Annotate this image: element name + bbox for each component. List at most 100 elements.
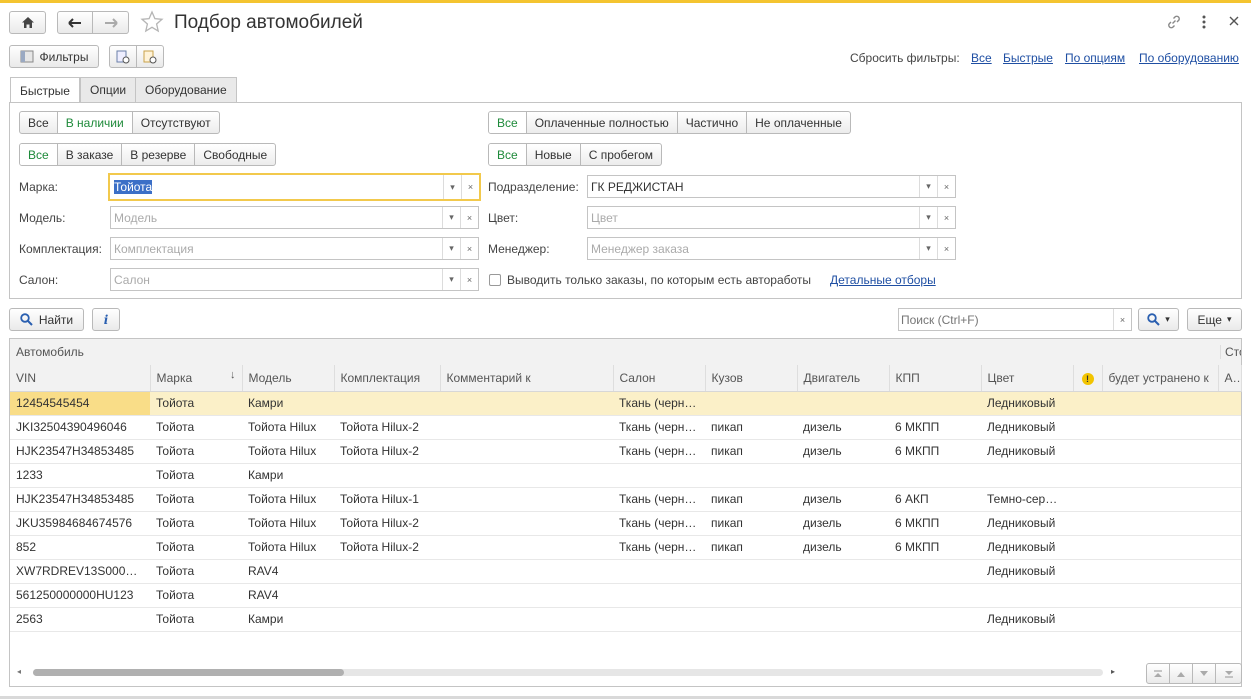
payment-unpaid-button[interactable]: Не оплаченные [747,112,850,133]
clear-icon[interactable]: × [460,238,478,259]
chevron-down-icon[interactable]: ▾ [919,207,937,228]
detail-filters-link[interactable]: Детальные отборы [830,273,936,287]
tab-options[interactable]: Опции [80,77,137,102]
table-row[interactable]: HJK23547H34853485 Тойота Тойота Hilux Тойот… [10,439,1241,464]
scroll-up-button[interactable] [1169,663,1193,684]
payment-full-button[interactable]: Оплаченные полностью [527,112,678,133]
stock-available-button[interactable]: В наличии [57,112,133,133]
more-button[interactable]: Еще ▾ [1187,308,1242,331]
color-field[interactable]: Цвет ▾ × [587,206,956,229]
trim-field[interactable]: Комплектация ▾ × [110,237,479,260]
col-trim[interactable]: Комплектация [334,365,441,392]
table-row[interactable]: JKU35984684674576 Тойота Тойота Hilux Тойот… [10,511,1241,536]
forward-button[interactable] [92,11,129,34]
horizontal-scrollbar-track[interactable] [33,669,1103,676]
cell-auto [1218,463,1241,488]
col-body[interactable]: Кузов [705,365,798,392]
col-brand[interactable]: Марка ↓ [150,365,243,392]
mileage-used-button[interactable]: С пробегом [581,144,661,165]
clear-icon[interactable]: × [460,207,478,228]
col-gearbox[interactable]: КПП [889,365,982,392]
close-icon[interactable] [1228,15,1240,30]
cell-vin: XW7RDREV13S000… [10,559,150,584]
cell-fix-by [1102,535,1218,560]
brand-field[interactable]: Тойота ▾ × [108,173,481,201]
clear-search-icon[interactable]: × [1113,309,1131,330]
stock-all-button[interactable]: Все [20,112,58,133]
search-field[interactable]: × [898,308,1132,331]
salon-field[interactable]: Салон ▾ × [110,268,479,291]
col-warning[interactable]: ! [1073,365,1103,392]
clear-icon[interactable]: × [937,238,955,259]
tab-equipment[interactable]: Оборудование [135,77,237,102]
home-button[interactable] [9,11,46,34]
table-row[interactable]: HJK23547H34853485 Тойота Тойота Hilux Тойот… [10,487,1241,512]
cell-engine [797,463,889,488]
find-button[interactable]: Найти [9,308,84,331]
reset-options-link[interactable]: По опциям [1065,51,1125,65]
table-row[interactable]: 1233 Тойота Камри [10,463,1241,488]
scroll-bottom-button[interactable] [1215,663,1242,684]
stock-absent-button[interactable]: Отсутствуют [133,112,219,133]
col-vin[interactable]: VIN [10,365,151,392]
chevron-down-icon[interactable]: ▾ [442,207,460,228]
table-row[interactable]: 2563 Тойота Камри Ледниковый [10,607,1241,632]
order-all-button[interactable]: Все [20,144,58,165]
payment-partial-button[interactable]: Частично [678,112,748,133]
mileage-all-button[interactable]: Все [489,144,527,165]
clear-icon[interactable]: × [460,269,478,290]
col-salon[interactable]: Салон [613,365,706,392]
clear-icon[interactable]: × [937,176,955,197]
order-reserved-button[interactable]: В резерве [122,144,196,165]
chevron-down-icon[interactable]: ▾ [442,269,460,290]
clear-icon[interactable]: × [461,175,479,199]
chevron-down-icon[interactable]: ▾ [443,175,461,199]
reset-equipment-link[interactable]: По оборудованию [1139,51,1239,65]
settings-button-1[interactable] [109,45,137,68]
table-row[interactable]: XW7RDREV13S000… Тойота RAV4 Ледниковый [10,559,1241,584]
cell-color: Ледниковый [981,439,1073,464]
col-auto[interactable]: Авт [1218,365,1242,392]
mileage-new-button[interactable]: Новые [527,144,581,165]
reset-quick-link[interactable]: Быстрые [1003,51,1053,65]
autowork-checkbox[interactable] [489,274,501,286]
reset-all-link[interactable]: Все [971,51,992,65]
scroll-right-arrow[interactable]: ▸ [1111,667,1115,676]
info-button[interactable]: i [92,308,120,331]
horizontal-scrollbar-thumb[interactable] [33,669,344,676]
table-row[interactable]: 852 Тойота Тойота Hilux Тойота Hilux-2 Ткань… [10,535,1241,560]
col-color[interactable]: Цвет [981,365,1074,392]
link-icon[interactable] [1166,14,1182,33]
favorite-star-icon[interactable] [140,10,164,37]
clear-icon[interactable]: × [937,207,955,228]
back-button[interactable] [57,11,93,34]
division-field[interactable]: ГК РЕДЖИСТАН ▾ × [587,175,956,198]
col-model[interactable]: Модель [242,365,335,392]
model-field[interactable]: Модель ▾ × [110,206,479,229]
table-row[interactable]: JKI32504390496046 Тойота Тойота Hilux Тойот… [10,415,1241,440]
tab-quick[interactable]: Быстрые [10,77,80,103]
col-comment[interactable]: Комментарий к [440,365,614,392]
cell-body [705,463,797,488]
scroll-down-button[interactable] [1192,663,1216,684]
search-input[interactable] [899,311,1113,328]
chevron-down-icon[interactable]: ▾ [442,238,460,259]
scroll-left-arrow[interactable]: ◂ [17,667,21,676]
col-fix-by[interactable]: будет устранено к [1102,365,1219,392]
scroll-top-button[interactable] [1146,663,1170,684]
chevron-down-icon[interactable]: ▾ [919,176,937,197]
manager-field[interactable]: Менеджер заказа ▾ × [587,237,956,260]
order-ordered-button[interactable]: В заказе [58,144,123,165]
chevron-down-icon[interactable]: ▾ [919,238,937,259]
cell-engine: дизель [797,511,889,536]
more-vertical-icon[interactable] [1200,14,1208,33]
table-row[interactable]: 561250000000HU123 Тойота RAV4 [10,583,1241,608]
search-options-button[interactable]: ▾ [1138,308,1179,331]
settings-button-2[interactable] [136,45,164,68]
table-row[interactable]: 12454545454 Тойота Камри Ткань (черн… Ледник… [10,391,1241,416]
autowork-checkbox-label: Выводить только заказы, по которым есть … [507,273,812,287]
order-free-button[interactable]: Свободные [195,144,275,165]
filters-button[interactable]: Фильтры [9,45,99,68]
col-engine[interactable]: Двигатель [797,365,890,392]
payment-all-button[interactable]: Все [489,112,527,133]
